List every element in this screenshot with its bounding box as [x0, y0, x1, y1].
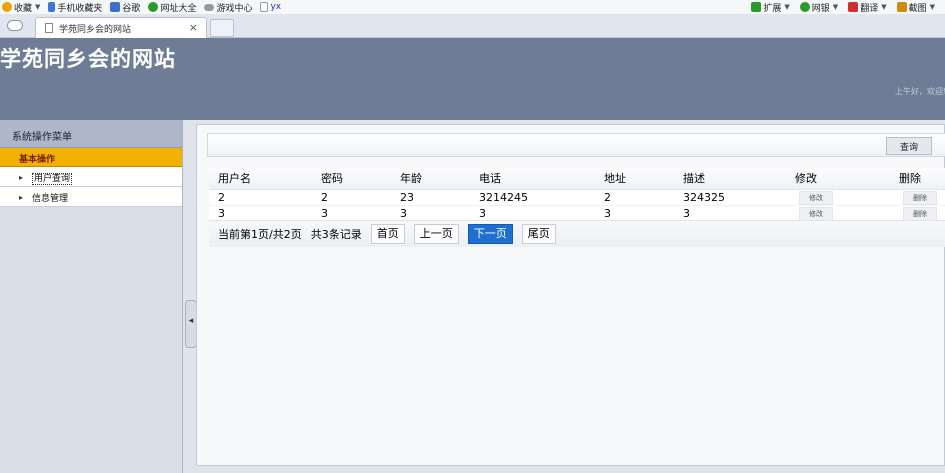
- page-header: 学苑同乡会的网站 上午好，欢迎您: [0, 38, 945, 120]
- translate-label: 翻译: [860, 3, 879, 14]
- user-table: 用户名 密码 年龄 电话 地址 描述 修改 删除 2 2 23 3214245 …: [209, 168, 945, 222]
- cell-username: 3: [209, 205, 312, 222]
- cell-password: 2: [312, 189, 391, 206]
- extensions-menu[interactable]: 扩展 ▼: [751, 1, 790, 14]
- page-info: 当前第1页/共2页: [218, 228, 302, 241]
- table-row: 3 3 3 3 3 3 修改 删除: [209, 205, 945, 222]
- bank-label: 网银: [811, 3, 830, 14]
- site-title: 学苑同乡会的网站: [0, 47, 176, 71]
- cell-username: 2: [209, 189, 312, 206]
- translate-menu[interactable]: 翻译 ▼: [848, 1, 887, 14]
- table-row: 2 2 23 3214245 2 324325 修改 删除: [209, 189, 945, 206]
- gamepad-icon: [204, 3, 215, 11]
- screenshot-icon: [896, 2, 907, 12]
- favorites-bar: 收藏 ▼ 手机收藏夹 谷歌 网址大全 游戏中心 yx 扩展 ▼ 网银 ▼ 翻译: [0, 0, 945, 14]
- next-page-button[interactable]: 下一页: [467, 224, 513, 244]
- column-header-address: 地址: [595, 168, 674, 190]
- column-header-delete: 删除: [890, 168, 945, 190]
- cell-delete: 删除: [890, 205, 945, 222]
- search-bar: 查询: [207, 133, 945, 157]
- page-icon: [260, 2, 269, 12]
- fav-google-label: 谷歌: [122, 3, 141, 14]
- tab-strip: 学苑同乡会的网站 ×: [0, 14, 945, 38]
- triangle-right-icon: ▸: [19, 173, 24, 182]
- edit-button[interactable]: 修改: [799, 190, 833, 205]
- chevron-down-icon: ▼: [929, 3, 935, 11]
- new-tab-button[interactable]: [210, 19, 234, 37]
- favorites-menu[interactable]: 收藏 ▼: [2, 1, 40, 14]
- tab-site[interactable]: 学苑同乡会的网站 ×: [35, 17, 207, 38]
- cell-edit: 修改: [786, 189, 890, 206]
- translate-icon: [848, 2, 859, 12]
- cell-address: 3: [595, 205, 674, 222]
- screenshot-label: 截图: [908, 3, 927, 14]
- cell-delete: 删除: [890, 189, 945, 206]
- sidebar-item-label: 信息管理: [32, 194, 69, 204]
- page-icon: [45, 23, 53, 33]
- fav-games[interactable]: 游戏中心: [204, 1, 252, 14]
- close-icon[interactable]: ×: [189, 21, 198, 34]
- cell-password: 3: [312, 205, 391, 222]
- query-button[interactable]: 查询: [886, 137, 932, 155]
- column-header-phone: 电话: [470, 168, 595, 190]
- chevron-down-icon: ▼: [881, 3, 887, 11]
- sidebar: 系统操作菜单 基本操作 ▸ 用户查询 ▸ 信息管理: [0, 120, 183, 473]
- pagination-bar: 当前第1页/共2页 共3条记录 首页 上一页 下一页 尾页: [209, 220, 945, 247]
- cell-phone: 3: [470, 205, 595, 222]
- edit-button[interactable]: 修改: [799, 206, 833, 221]
- delete-button[interactable]: 删除: [903, 190, 937, 205]
- fav-games-label: 游戏中心: [216, 3, 253, 14]
- column-header-edit: 修改: [786, 168, 890, 190]
- fav-mobile[interactable]: 手机收藏夹: [48, 1, 102, 14]
- fav-google[interactable]: 谷歌: [110, 1, 140, 14]
- menu-group-basic[interactable]: 基本操作: [0, 148, 182, 167]
- table-header-row: 用户名 密码 年龄 电话 地址 描述 修改 删除: [209, 168, 945, 190]
- fav-mobile-label: 手机收藏夹: [57, 3, 103, 14]
- arrow-left-icon: ◂: [188, 316, 194, 326]
- last-page-button[interactable]: 尾页: [521, 224, 556, 244]
- cell-edit: 修改: [786, 205, 890, 222]
- triangle-right-icon: ▸: [19, 193, 24, 202]
- google-icon: [110, 2, 121, 12]
- fav-yx-label: yx: [270, 2, 282, 12]
- screenshot-menu[interactable]: 截图 ▼: [896, 1, 935, 14]
- cell-phone: 3214245: [470, 189, 595, 206]
- extensions-label: 扩展: [763, 3, 782, 14]
- menu-title: 系统操作菜单: [0, 120, 182, 148]
- main-content: 查询 用户名 密码 年龄 电话 地址 描述 修改 删除 2 2 23 32142…: [196, 124, 945, 466]
- prev-page-button[interactable]: 上一页: [413, 224, 459, 244]
- column-header-username: 用户名: [209, 168, 312, 190]
- fav-yx[interactable]: yx: [260, 2, 281, 12]
- cell-address: 2: [595, 189, 674, 206]
- column-header-password: 密码: [312, 168, 391, 190]
- record-count: 共3条记录: [310, 228, 362, 241]
- bank-icon: [799, 2, 810, 12]
- cell-age: 3: [391, 205, 470, 222]
- search-input[interactable]: [214, 137, 414, 153]
- star-icon: [2, 2, 12, 12]
- greeting-text: 上午好，欢迎您: [895, 87, 945, 96]
- phone-icon: [48, 2, 56, 12]
- chevron-down-icon: ▼: [35, 3, 41, 11]
- chevron-down-icon: ▼: [832, 3, 839, 11]
- tab-title: 学苑同乡会的网站: [59, 24, 132, 35]
- extension-icon: [751, 2, 762, 12]
- delete-button[interactable]: 删除: [903, 206, 937, 221]
- chevron-down-icon: ▼: [784, 3, 790, 11]
- sidebar-item-user-query[interactable]: ▸ 用户查询: [0, 167, 182, 187]
- cell-age: 23: [391, 189, 470, 206]
- bank-menu[interactable]: 网银 ▼: [799, 1, 839, 14]
- sidebar-item-label: 用户查询: [32, 173, 73, 185]
- column-header-age: 年龄: [391, 168, 470, 190]
- first-page-button[interactable]: 首页: [370, 224, 405, 244]
- favorites-label: 收藏: [14, 3, 33, 14]
- fav-sites-label: 网址大全: [160, 3, 197, 14]
- sidebar-item-info-management[interactable]: ▸ 信息管理: [0, 187, 182, 207]
- globe-icon: [148, 2, 159, 12]
- cloud-icon[interactable]: [7, 20, 23, 31]
- cell-description: 324325: [674, 189, 786, 206]
- column-header-description: 描述: [674, 168, 786, 190]
- fav-sites[interactable]: 网址大全: [148, 1, 196, 14]
- cell-description: 3: [674, 205, 786, 222]
